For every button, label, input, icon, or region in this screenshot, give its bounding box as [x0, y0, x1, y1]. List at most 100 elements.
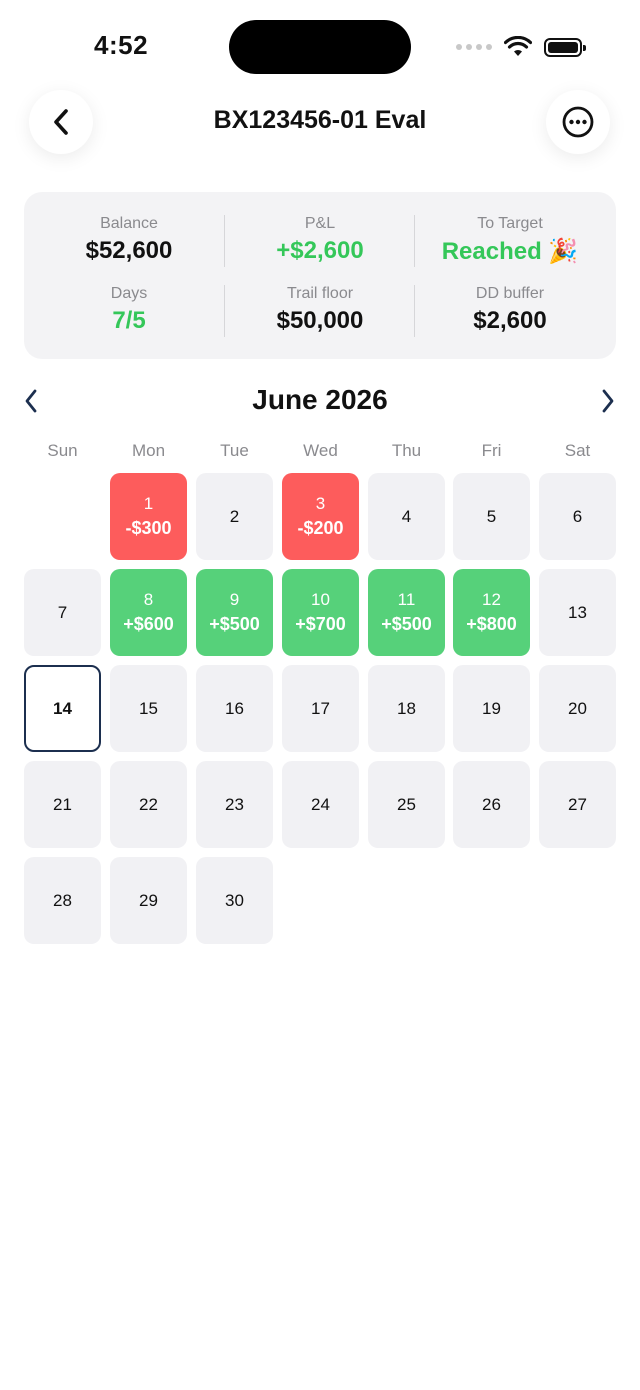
month-title: June 2026 — [252, 384, 388, 415]
day-number: 17 — [311, 698, 330, 718]
divider — [414, 285, 415, 337]
day-number: 14 — [53, 698, 72, 718]
calendar-day[interactable]: 8 +$600 — [110, 569, 187, 656]
calendar-day[interactable]: 4 — [368, 473, 445, 560]
calendar-day[interactable]: 7 — [24, 569, 101, 656]
stat-pnl: P&L +$2,600 — [225, 215, 415, 265]
day-number: 1 — [143, 494, 154, 513]
calendar-day[interactable]: 18 — [368, 665, 445, 752]
battery-icon — [544, 37, 586, 57]
weekday-label: Wed — [303, 441, 338, 460]
day-number: 10 — [311, 590, 330, 609]
stat-label: Balance — [100, 215, 158, 232]
day-pnl: +$800 — [466, 614, 517, 634]
stat-balance: Balance $52,600 — [34, 215, 224, 265]
calendar-day[interactable]: 20 — [539, 665, 616, 752]
chevron-right-icon — [602, 389, 614, 413]
dynamic-island — [229, 20, 411, 74]
calendar-day[interactable]: 1 -$300 — [110, 473, 187, 560]
day-number: 13 — [568, 602, 587, 622]
weekday-label: Sat — [564, 441, 591, 460]
to-target-status: Reached — [441, 238, 542, 265]
day-number: 11 — [397, 590, 416, 609]
calendar-day[interactable]: 6 — [539, 473, 616, 560]
stat-value: $52,600 — [85, 237, 173, 264]
stat-label: To Target — [477, 215, 543, 232]
calendar-day[interactable]: 5 — [453, 473, 530, 560]
day-number: 2 — [229, 506, 240, 526]
weekday-label: Thu — [391, 441, 422, 460]
calendar-day-today[interactable]: 14 — [24, 665, 101, 752]
next-month-button[interactable] — [591, 384, 625, 418]
day-pnl: -$200 — [297, 518, 344, 538]
day-pnl: -$300 — [125, 518, 172, 538]
calendar-day[interactable]: 2 — [196, 473, 273, 560]
calendar-day[interactable]: 30 — [196, 857, 273, 944]
stat-label: Days — [110, 285, 148, 302]
calendar-day[interactable]: 13 — [539, 569, 616, 656]
stat-value: $2,600 — [473, 307, 547, 334]
calendar-day[interactable]: 21 — [24, 761, 101, 848]
day-number: 26 — [482, 794, 501, 814]
ellipsis-circle-icon — [562, 106, 594, 138]
calendar-day[interactable]: 3 -$200 — [282, 473, 359, 560]
calendar-day[interactable]: 25 — [368, 761, 445, 848]
day-number: 16 — [225, 698, 244, 718]
day-pnl: +$700 — [295, 614, 346, 634]
weekday-label: Tue — [220, 441, 249, 460]
calendar-day[interactable]: 16 — [196, 665, 273, 752]
calendar-day[interactable]: 23 — [196, 761, 273, 848]
day-number: 25 — [397, 794, 416, 814]
weekday-label: Sun — [47, 441, 78, 460]
calendar-day[interactable]: 10 +$700 — [282, 569, 359, 656]
calendar-day[interactable]: 15 — [110, 665, 187, 752]
stat-days: Days 7/5 — [34, 285, 224, 335]
calendar-day[interactable]: 24 — [282, 761, 359, 848]
day-pnl: +$500 — [381, 614, 432, 634]
day-number: 21 — [53, 794, 72, 814]
calendar-day[interactable]: 11 +$500 — [368, 569, 445, 656]
calendar-day[interactable]: 28 — [24, 857, 101, 944]
calendar-day[interactable]: 9 +$500 — [196, 569, 273, 656]
day-number: 8 — [143, 590, 154, 609]
day-number: 20 — [568, 698, 587, 718]
calendar-day[interactable]: 12 +$800 — [453, 569, 530, 656]
day-number: 23 — [225, 794, 244, 814]
wifi-icon — [504, 36, 532, 56]
stat-label: P&L — [304, 215, 336, 232]
divider — [414, 215, 415, 267]
day-number: 29 — [139, 890, 158, 910]
day-number: 3 — [315, 494, 326, 513]
weekday-label: Fri — [481, 441, 502, 460]
day-number: 6 — [572, 506, 583, 526]
divider — [224, 285, 225, 337]
calendar-day[interactable]: 29 — [110, 857, 187, 944]
day-number: 12 — [482, 590, 501, 609]
divider — [224, 215, 225, 267]
page-title: BX123456-01 Eval — [213, 106, 427, 134]
stat-value: +$2,600 — [276, 237, 364, 264]
calendar-day[interactable]: 19 — [453, 665, 530, 752]
stat-to-target: To Target Reached 🎉 — [415, 215, 605, 266]
day-number: 30 — [225, 890, 244, 910]
more-options-button[interactable] — [546, 90, 610, 154]
day-number: 7 — [57, 602, 68, 622]
day-pnl: +$600 — [123, 614, 174, 634]
day-number: 19 — [482, 698, 501, 718]
day-number: 18 — [397, 698, 416, 718]
stat-label: DD buffer — [475, 285, 545, 302]
day-number: 4 — [401, 506, 412, 526]
day-number: 22 — [139, 794, 158, 814]
weekday-label: Mon — [131, 441, 166, 460]
stat-dd-buffer: DD buffer $2,600 — [415, 285, 605, 335]
stat-trail-floor: Trail floor $50,000 — [225, 285, 415, 335]
status-indicators — [456, 36, 586, 58]
day-number: 9 — [229, 590, 240, 609]
cellular-signal-icon — [456, 44, 492, 50]
calendar-day[interactable]: 27 — [539, 761, 616, 848]
calendar-day[interactable]: 17 — [282, 665, 359, 752]
calendar-day[interactable]: 26 — [453, 761, 530, 848]
stat-value: $50,000 — [276, 307, 364, 334]
day-number: 15 — [139, 698, 158, 718]
calendar-day[interactable]: 22 — [110, 761, 187, 848]
